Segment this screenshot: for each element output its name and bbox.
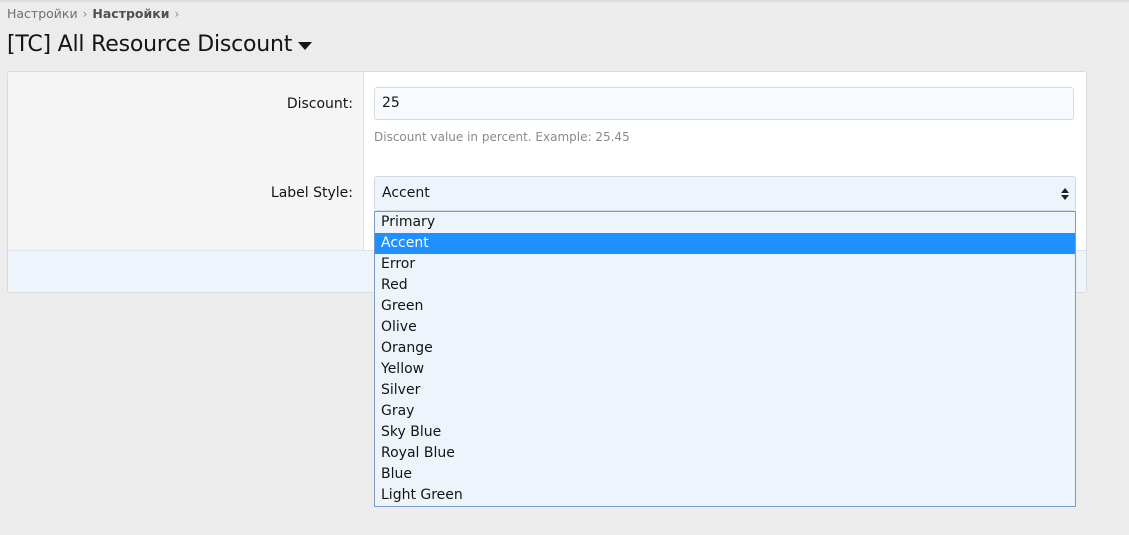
label-style-dropdown-list: Primary Accent Error Red Green Olive Orange Yel…	[374, 211, 1076, 507]
dropdown-option-yellow[interactable]: Yellow	[375, 359, 1075, 380]
dropdown-option-sky-blue[interactable]: Sky Blue	[375, 422, 1075, 443]
dropdown-option-green[interactable]: Green	[375, 296, 1075, 317]
dropdown-option-error[interactable]: Error	[375, 254, 1075, 275]
dropdown-option-primary[interactable]: Primary	[375, 212, 1075, 233]
dropdown-option-blue[interactable]: Blue	[375, 464, 1075, 485]
label-style-selected-value: Accent	[382, 185, 430, 201]
discount-label: Discount:	[286, 96, 353, 112]
dropdown-option-red[interactable]: Red	[375, 275, 1075, 296]
breadcrumb-item-settings-current[interactable]: Настройки	[92, 6, 169, 21]
discount-hint: Discount value in percent. Example: 25.4…	[374, 130, 630, 144]
page-title[interactable]: [TC] All Resource Discount	[7, 32, 313, 57]
dropdown-option-gray[interactable]: Gray	[375, 401, 1075, 422]
select-arrows-icon	[1061, 187, 1069, 201]
form-label-column: Discount: Label Style:	[8, 72, 364, 250]
label-style-label: Label Style:	[270, 185, 353, 201]
dropdown-option-silver[interactable]: Silver	[375, 380, 1075, 401]
dropdown-option-accent[interactable]: Accent	[375, 233, 1075, 254]
breadcrumb: Настройки › Настройки ›	[7, 6, 184, 21]
label-style-select[interactable]: Accent	[374, 176, 1076, 211]
discount-input[interactable]: 25	[374, 87, 1074, 120]
dropdown-option-olive[interactable]: Olive	[375, 317, 1075, 338]
dropdown-option-orange[interactable]: Orange	[375, 338, 1075, 359]
top-border	[0, 0, 1129, 2]
dropdown-option-light-green[interactable]: Light Green	[375, 485, 1075, 506]
caret-down-icon[interactable]	[298, 41, 313, 50]
breadcrumb-chevron-icon: ›	[82, 6, 88, 21]
breadcrumb-chevron-icon: ›	[174, 6, 180, 21]
breadcrumb-item-settings[interactable]: Настройки	[7, 6, 78, 21]
dropdown-option-royal-blue[interactable]: Royal Blue	[375, 443, 1075, 464]
page-title-text: [TC] All Resource Discount	[7, 32, 293, 57]
